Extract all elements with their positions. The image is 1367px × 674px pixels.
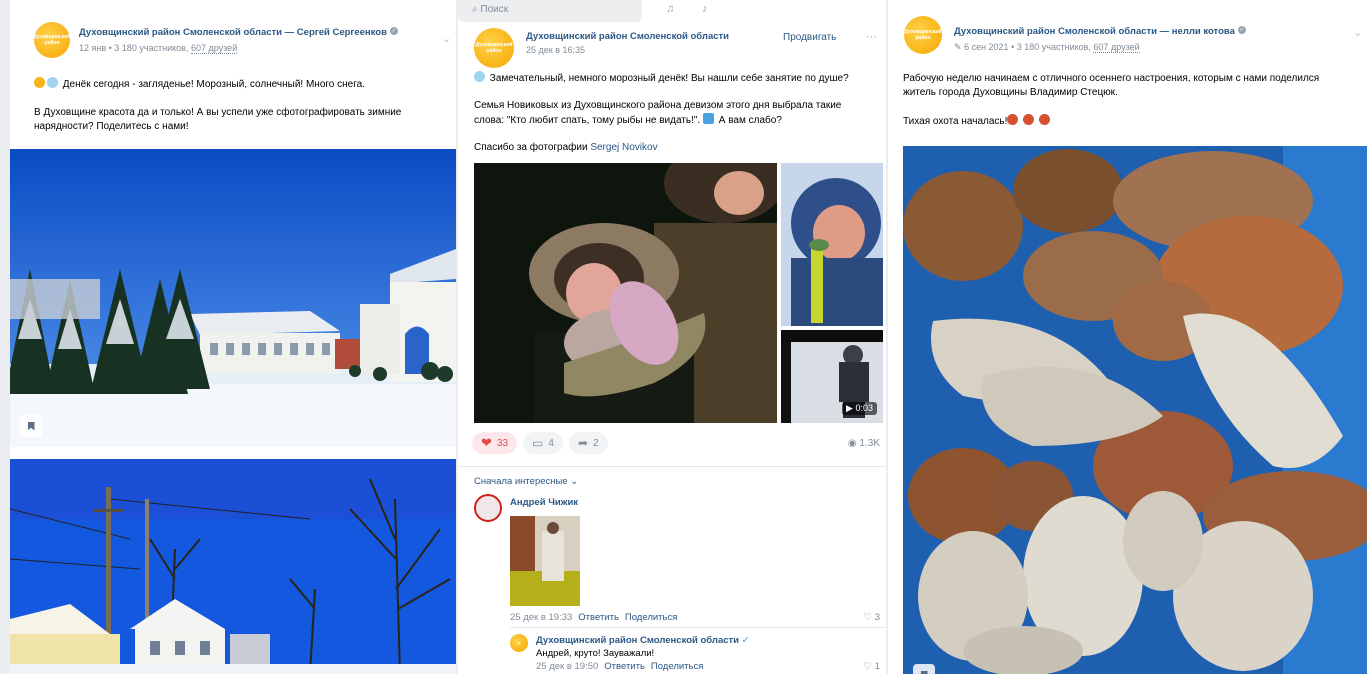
post-author[interactable]: Духовщинский район Смоленской области xyxy=(526,31,729,42)
post-photo-winter-street[interactable] xyxy=(10,459,456,674)
post-photo-fishing-2[interactable] xyxy=(781,163,883,326)
comment-author[interactable]: Андрей Чижик xyxy=(510,497,578,508)
music-icon[interactable]: ♪ xyxy=(702,3,708,15)
share-icon: ➦ xyxy=(577,436,588,450)
more-options-icon[interactable]: ··· xyxy=(866,31,877,43)
mushroom-icon xyxy=(1007,114,1019,125)
share-comment-button[interactable]: Поделиться xyxy=(625,612,677,623)
promote-button[interactable]: Продвигать xyxy=(783,32,836,43)
comment-image xyxy=(510,516,580,606)
share-button[interactable]: ➦ 2 xyxy=(568,432,608,454)
post-photo-mushrooms[interactable] xyxy=(903,146,1367,674)
post-meta: 12 янв • 3 180 участников, 607 друзей xyxy=(79,43,238,54)
comment-button[interactable]: ▭ 4 xyxy=(523,432,563,454)
reply-like-button[interactable]: ♡ 1 xyxy=(864,661,880,672)
comment-like-button[interactable]: ♡ 3 xyxy=(864,612,880,623)
bookmark-icon[interactable] xyxy=(20,415,42,437)
winter-street-image xyxy=(10,459,456,674)
fish-icon xyxy=(702,113,714,124)
child-in-hood-image xyxy=(781,163,883,326)
play-icon: ▶ xyxy=(846,403,853,413)
comment-meta: 25 дек в 19:33 Ответить Поделиться xyxy=(510,612,678,623)
post-photo-winter-building[interactable] xyxy=(10,149,456,447)
like-button[interactable]: ❤ 33 xyxy=(472,432,518,454)
divider xyxy=(510,627,886,628)
comment-icon: ▭ xyxy=(532,436,544,450)
child-with-fish-image xyxy=(474,163,777,423)
post-author[interactable]: Духовщинский район Смоленской области — … xyxy=(954,21,1246,39)
mushroom-icon xyxy=(1038,114,1050,125)
reply-button[interactable]: Ответить xyxy=(578,612,619,623)
post-card-mushrooms: Духовщинский район Духовщинский район Смо… xyxy=(888,0,1367,674)
sun-icon xyxy=(34,77,45,88)
verified-icon: ✓ xyxy=(389,26,398,35)
search-icon: ⌕ xyxy=(472,4,478,15)
winter-building-image xyxy=(10,149,456,447)
post-meta: ✎ 6 сен 2021 • 3 180 участников, 607 дру… xyxy=(954,42,1140,53)
community-avatar[interactable]: Духовщинский район xyxy=(904,16,942,54)
verified-icon: ✓ xyxy=(1237,25,1246,34)
post-text: Рабочую неделю начинаем с отличного осен… xyxy=(903,73,1320,127)
chevron-down-icon[interactable]: ⌄ xyxy=(1353,26,1362,39)
mushroom-icon xyxy=(1023,114,1035,125)
mushrooms-image xyxy=(903,146,1367,674)
reply-meta: 25 дек в 19:50 Ответить Поделиться xyxy=(536,661,704,672)
post-card-fishing: ⌕ Поиск ♫ ♪ Духовщинский район Духовщинск… xyxy=(458,0,886,674)
chevron-down-icon[interactable]: ⌄ xyxy=(442,32,451,45)
post-header: Духовщинский район Духовщинский район Смо… xyxy=(474,28,729,68)
snowflake-icon xyxy=(474,71,485,82)
pencil-icon: ✎ xyxy=(954,42,962,52)
video-duration: ▶ 0:03 xyxy=(842,402,877,415)
chevron-down-icon: ⌄ xyxy=(570,476,579,487)
reactions-bar: ❤ 33 ▭ 4 ➦ 2 xyxy=(472,432,608,454)
post-text: Денёк сегодня - загляденье! Морозный, со… xyxy=(34,77,402,132)
commenter-avatar[interactable] xyxy=(474,494,502,522)
comment-photo[interactable] xyxy=(510,516,580,606)
post-header: Духовщинский район Духовщинский район Смо… xyxy=(904,16,1246,54)
share-comment-button[interactable]: Поделиться xyxy=(651,661,703,672)
eye-icon: ◉ xyxy=(847,438,857,449)
post-video-fishing[interactable]: ▶ 0:03 xyxy=(781,330,883,423)
post-text: Замечательный, немного морозный денёк! В… xyxy=(474,71,849,153)
post-author[interactable]: Духовщинский район Смоленской области — … xyxy=(79,22,398,40)
bookmark-icon[interactable] xyxy=(913,664,935,674)
heart-icon: ❤ xyxy=(481,435,492,450)
post-date[interactable]: 25 дек в 16:35 xyxy=(526,45,729,55)
post-card-winter: Духовщинский район Духовщинский район Смо… xyxy=(10,0,456,674)
community-avatar[interactable]: Духовщинский район xyxy=(474,28,514,68)
reply-author[interactable]: Духовщинский район Смоленской области ✓ xyxy=(536,635,750,646)
reply-button[interactable]: Ответить xyxy=(604,661,645,672)
heart-outline-icon: ♡ xyxy=(863,612,873,623)
post-photo-fishing-main[interactable] xyxy=(474,163,777,423)
heart-outline-icon: ♡ xyxy=(863,661,873,672)
notification-icon[interactable]: ♫ xyxy=(666,3,674,15)
snowflake-icon xyxy=(47,77,58,88)
divider xyxy=(458,466,886,467)
community-avatar-reply[interactable]: Д xyxy=(510,634,528,652)
post-header: Духовщинский район Духовщинский район Смо… xyxy=(34,22,398,58)
verified-icon: ✓ xyxy=(741,635,750,646)
search-input[interactable]: ⌕ Поиск xyxy=(458,0,642,22)
views-count: ◉ 1.3K xyxy=(847,438,880,449)
comments-sort[interactable]: Сначала интересные ⌄ xyxy=(474,476,578,487)
reply-text: Андрей, круто! Зауважали! xyxy=(536,648,655,659)
photographer-link[interactable]: Sergej Novikov xyxy=(590,142,657,153)
community-avatar[interactable]: Духовщинский район xyxy=(34,22,71,58)
